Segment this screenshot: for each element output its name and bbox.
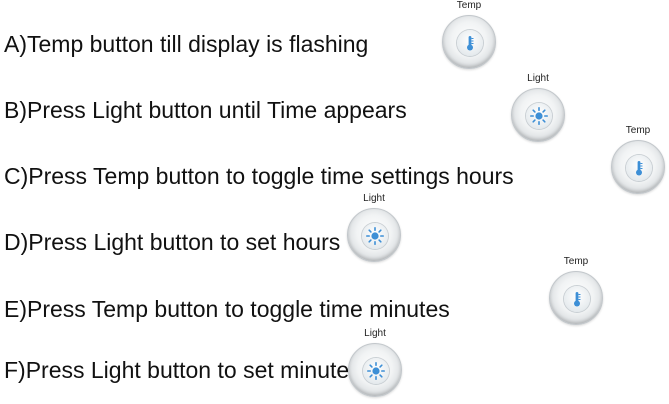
button-center bbox=[626, 155, 652, 181]
button-face bbox=[347, 208, 401, 262]
temp-button-label: Temp bbox=[625, 125, 651, 136]
temp-button[interactable]: Temp bbox=[440, 0, 498, 73]
temp-button-label: Temp bbox=[563, 256, 589, 267]
sun-icon bbox=[366, 361, 386, 381]
thermometer-icon bbox=[574, 292, 581, 307]
instruction-step-e: E)Press Temp button to toggle time minut… bbox=[4, 296, 450, 322]
button-face bbox=[549, 271, 603, 325]
light-button[interactable]: Light bbox=[346, 328, 404, 401]
sun-icon bbox=[529, 106, 549, 126]
button-center bbox=[564, 286, 590, 312]
button-face bbox=[348, 343, 402, 397]
light-button-label: Light bbox=[527, 73, 549, 84]
thermometer-icon bbox=[467, 36, 474, 51]
instruction-step-f: F)Press Light button to set minutes bbox=[4, 357, 361, 383]
button-face bbox=[611, 140, 665, 194]
button-center bbox=[526, 103, 552, 129]
thermometer-icon bbox=[636, 161, 643, 176]
sun-icon bbox=[365, 226, 385, 246]
light-button[interactable]: Light bbox=[345, 193, 403, 266]
button-center bbox=[362, 223, 388, 249]
instruction-step-d: D)Press Light button to set hours bbox=[4, 229, 341, 255]
instruction-step-a: A)Temp button till display is flashing bbox=[4, 31, 369, 57]
light-button[interactable]: Light bbox=[509, 73, 567, 146]
light-button-label: Light bbox=[364, 328, 386, 339]
button-center bbox=[363, 358, 389, 384]
instruction-step-c: C)Press Temp button to toggle time setti… bbox=[4, 163, 514, 189]
button-face bbox=[442, 15, 496, 69]
button-center bbox=[457, 30, 483, 56]
instruction-step-b: B)Press Light button until Time appears bbox=[4, 97, 407, 123]
button-face bbox=[511, 88, 565, 142]
light-button-label: Light bbox=[363, 193, 385, 204]
temp-button[interactable]: Temp bbox=[609, 125, 667, 198]
temp-button-label: Temp bbox=[456, 0, 482, 11]
temp-button[interactable]: Temp bbox=[547, 256, 605, 329]
